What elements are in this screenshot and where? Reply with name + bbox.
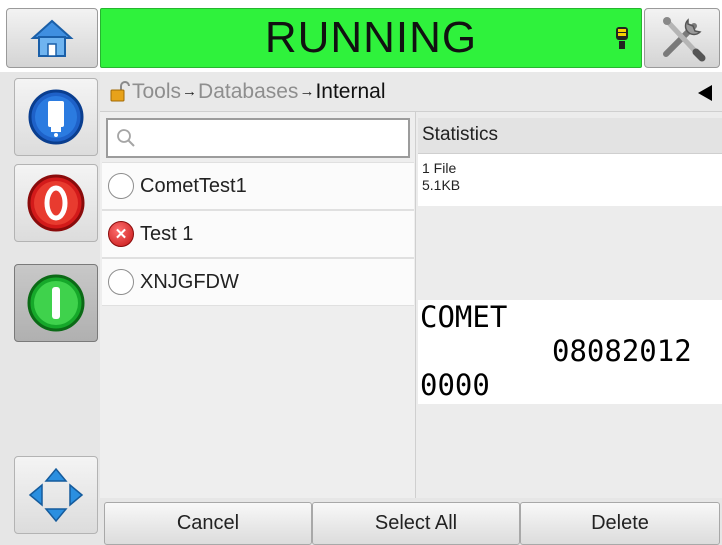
list-item-label: XNJGFDW bbox=[140, 270, 239, 293]
printer-status-bar[interactable]: RUNNING bbox=[100, 8, 642, 68]
preview-line-2: 08082012 bbox=[552, 334, 692, 368]
statistics-header: Statistics bbox=[418, 118, 722, 154]
database-list-panel: CometTest1 ✕ Test 1 XNJGFDW bbox=[100, 112, 416, 498]
error-x-icon: ✕ bbox=[108, 221, 134, 247]
unlock-icon bbox=[110, 80, 130, 101]
delete-button[interactable]: Delete bbox=[520, 502, 720, 545]
search-input[interactable] bbox=[142, 124, 402, 152]
start-icon bbox=[27, 274, 85, 332]
file-size: 5.1KB bbox=[422, 177, 461, 193]
breadcrumb-current: Internal bbox=[315, 79, 386, 103]
list-item[interactable]: CometTest1 bbox=[102, 162, 414, 210]
stop-button[interactable] bbox=[14, 164, 98, 242]
home-button[interactable] bbox=[6, 8, 98, 68]
start-button[interactable] bbox=[14, 264, 98, 342]
ink-cartridge-icon bbox=[28, 89, 84, 145]
tools-icon bbox=[663, 17, 706, 62]
back-arrow-icon[interactable] bbox=[698, 85, 712, 101]
statistics-body: 1 File 5.1KB bbox=[418, 154, 722, 206]
radio-icon bbox=[108, 269, 134, 295]
details-panel: Statistics 1 File 5.1KB COMET 08082012 0… bbox=[416, 112, 722, 498]
breadcrumb-tools[interactable]: Tools bbox=[132, 80, 181, 104]
side-control-panel bbox=[0, 72, 100, 545]
action-bar: Cancel Select All Delete bbox=[100, 498, 722, 545]
breadcrumb-separator: → bbox=[299, 83, 315, 100]
breadcrumb-databases[interactable]: Databases bbox=[198, 80, 298, 104]
breadcrumb-separator: → bbox=[182, 83, 198, 100]
home-icon bbox=[30, 19, 74, 57]
navigation-button[interactable] bbox=[14, 456, 98, 534]
list-item[interactable]: ✕ Test 1 bbox=[102, 210, 414, 258]
breadcrumb: Tools → Databases → Internal bbox=[100, 72, 722, 112]
search-icon bbox=[117, 129, 135, 147]
cancel-button[interactable]: Cancel bbox=[104, 502, 312, 545]
beacon-icon bbox=[616, 27, 628, 49]
select-all-button[interactable]: Select All bbox=[312, 502, 520, 545]
status-text: RUNNING bbox=[264, 13, 478, 62]
list-item-label: CometTest1 bbox=[140, 174, 247, 197]
message-preview: COMET 08082012 0000 bbox=[418, 300, 722, 404]
preview-line-3: 0000 bbox=[420, 368, 490, 402]
list-item[interactable]: XNJGFDW bbox=[102, 258, 414, 306]
tools-button[interactable] bbox=[644, 8, 720, 68]
list-item-label: Test 1 bbox=[140, 222, 194, 245]
radio-icon bbox=[108, 173, 134, 199]
search-field[interactable] bbox=[106, 118, 410, 158]
preview-line-1: COMET bbox=[420, 300, 508, 334]
file-count: 1 File bbox=[422, 160, 457, 176]
navigation-arrows-icon bbox=[28, 467, 84, 523]
stop-icon bbox=[27, 174, 85, 232]
ink-system-button[interactable] bbox=[14, 78, 98, 156]
